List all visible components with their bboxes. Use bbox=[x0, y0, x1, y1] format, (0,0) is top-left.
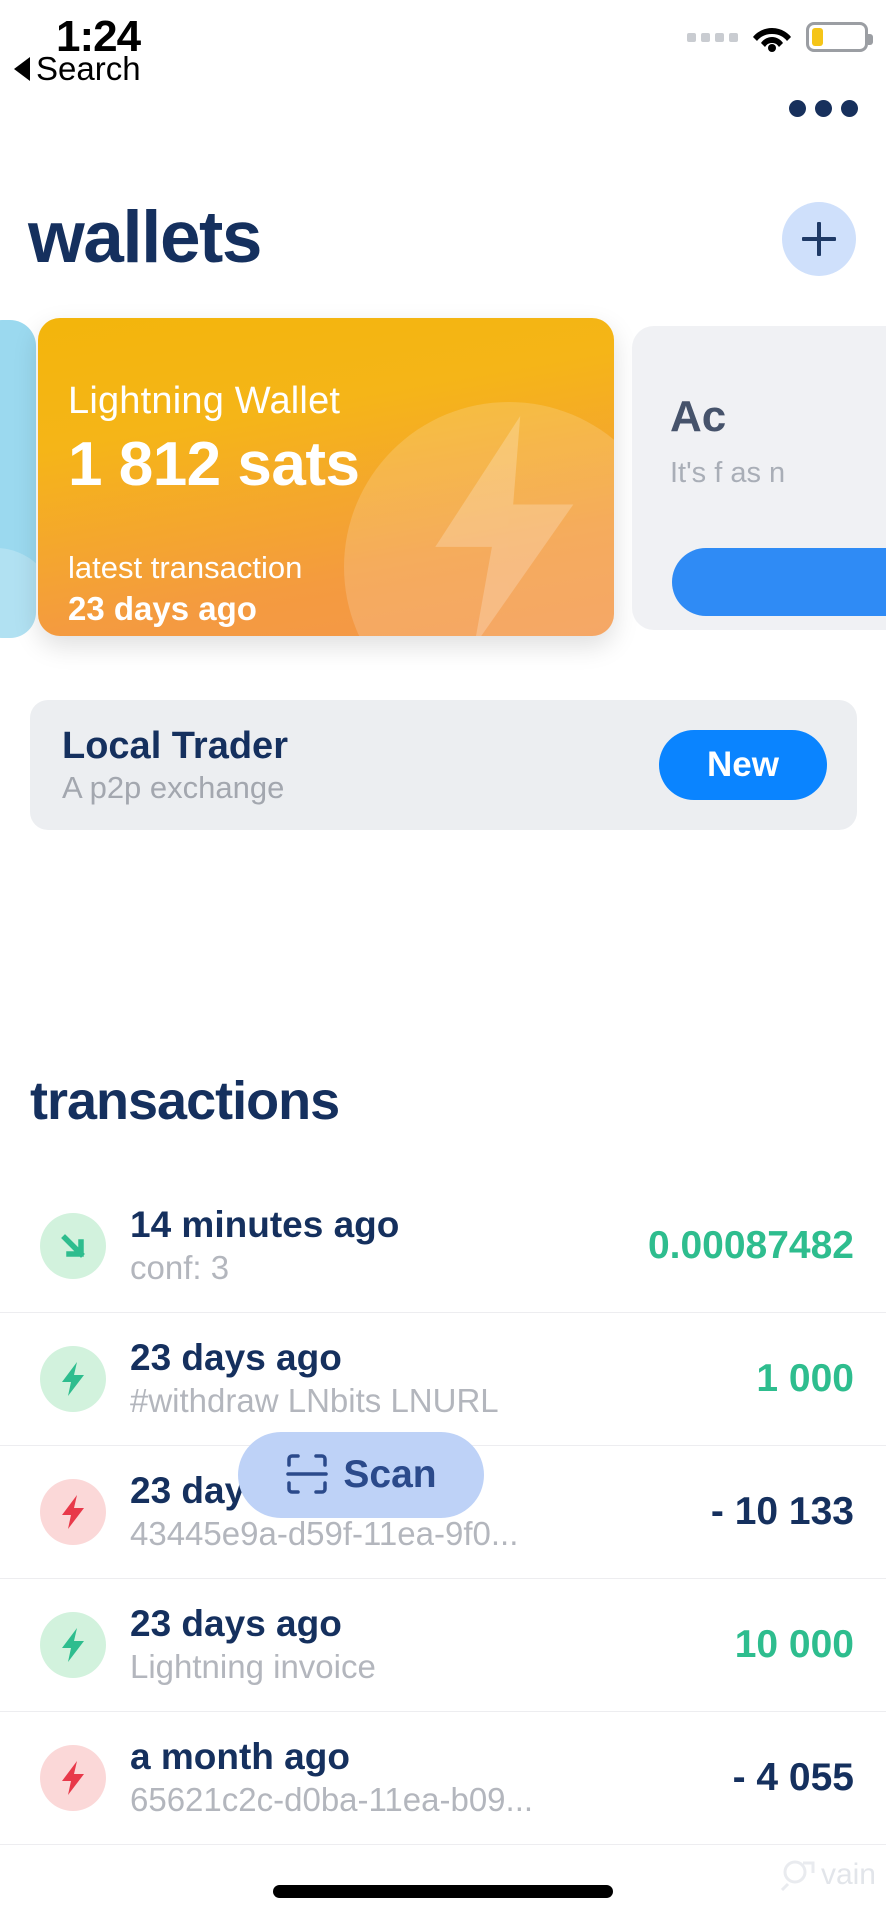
transaction-time: 14 minutes ago bbox=[130, 1204, 400, 1246]
table-row[interactable]: 23 days ago Lightning invoice 10 000 bbox=[0, 1579, 886, 1712]
latest-transaction-value: 23 days ago bbox=[68, 590, 257, 627]
wallet-card-previous[interactable] bbox=[0, 320, 36, 638]
signal-dots-icon bbox=[687, 32, 738, 42]
back-to-search-link[interactable]: Search bbox=[14, 50, 141, 88]
wallet-balance: 1 812 sats bbox=[68, 430, 360, 499]
transaction-amount: 0.00087482 bbox=[647, 1224, 854, 1267]
local-trader-title: Local Trader bbox=[62, 724, 288, 767]
status-bar-indicators bbox=[687, 22, 873, 52]
lightning-bolt-icon bbox=[40, 1346, 106, 1412]
scan-button-label: Scan bbox=[343, 1453, 437, 1496]
transaction-amount: 10 000 bbox=[734, 1623, 854, 1666]
local-trader-banner[interactable]: Local Trader A p2p exchange New bbox=[30, 700, 857, 830]
table-row[interactable]: 23 days ago #withdraw LNbits LNURL 1 000 bbox=[0, 1313, 886, 1446]
transaction-amount: - 4 055 bbox=[732, 1756, 854, 1799]
lightning-bolt-icon bbox=[40, 1612, 106, 1678]
add-wallet-button[interactable] bbox=[782, 202, 856, 276]
overflow-menu-icon[interactable] bbox=[789, 100, 858, 117]
transaction-description: 43445e9a-d59f-11ea-9f0... bbox=[130, 1514, 519, 1552]
arrow-down-right-icon bbox=[40, 1213, 106, 1279]
transaction-time: a month ago bbox=[130, 1736, 350, 1778]
table-row[interactable]: a month ago 65621c2c-d0ba-11ea-b09... - … bbox=[0, 1712, 886, 1845]
scan-button[interactable]: Scan bbox=[238, 1432, 484, 1518]
lightning-bolt-icon bbox=[40, 1745, 106, 1811]
wallet-name: Lightning Wallet bbox=[68, 380, 341, 422]
app-screen: 1:24 Search wallets Lightning Wallet 1 8… bbox=[0, 0, 886, 1920]
back-arrow-icon bbox=[14, 57, 30, 81]
card-decoration bbox=[0, 548, 36, 638]
transaction-description: Lightning invoice bbox=[130, 1647, 376, 1685]
next-card-button[interactable] bbox=[672, 548, 886, 616]
wallet-carousel[interactable]: Lightning Wallet 1 812 sats latest trans… bbox=[0, 318, 886, 648]
latest-transaction-label: latest transaction bbox=[68, 550, 303, 585]
next-card-subtitle: It's f as n bbox=[670, 457, 786, 489]
transaction-time: 23 days ago bbox=[130, 1337, 342, 1379]
watermark: vain bbox=[780, 1858, 876, 1892]
transaction-description: #withdraw LNbits LNURL bbox=[130, 1381, 499, 1419]
transaction-description: 65621c2c-d0ba-11ea-b09... bbox=[130, 1780, 534, 1818]
status-bar: 1:24 Search bbox=[0, 0, 886, 120]
wifi-icon bbox=[752, 22, 792, 52]
watermark-icon bbox=[780, 1860, 815, 1891]
home-indicator bbox=[273, 1885, 613, 1898]
lightning-bolt-icon bbox=[40, 1479, 106, 1545]
transactions-heading: transactions bbox=[30, 1071, 340, 1131]
wallet-card-next[interactable]: Ac It's f as n bbox=[632, 326, 886, 630]
local-trader-new-button[interactable]: New bbox=[659, 730, 827, 800]
local-trader-subtitle: A p2p exchange bbox=[62, 769, 285, 805]
table-row[interactable]: 14 minutes ago conf: 3 0.00087482 bbox=[0, 1180, 886, 1313]
battery-low-icon bbox=[806, 22, 873, 52]
transaction-amount: - 10 133 bbox=[710, 1490, 854, 1533]
back-label: Search bbox=[36, 50, 141, 87]
next-card-title: Ac bbox=[670, 392, 727, 441]
plus-icon bbox=[802, 222, 836, 256]
qr-scan-icon bbox=[285, 1452, 329, 1499]
page-title: wallets bbox=[28, 197, 262, 278]
transaction-amount: 1 000 bbox=[756, 1357, 854, 1400]
transaction-description: conf: 3 bbox=[130, 1248, 230, 1286]
watermark-text: vain bbox=[820, 1858, 876, 1891]
transaction-time: 23 days ago bbox=[130, 1603, 342, 1645]
wallet-card-lightning[interactable]: Lightning Wallet 1 812 sats latest trans… bbox=[38, 318, 614, 636]
